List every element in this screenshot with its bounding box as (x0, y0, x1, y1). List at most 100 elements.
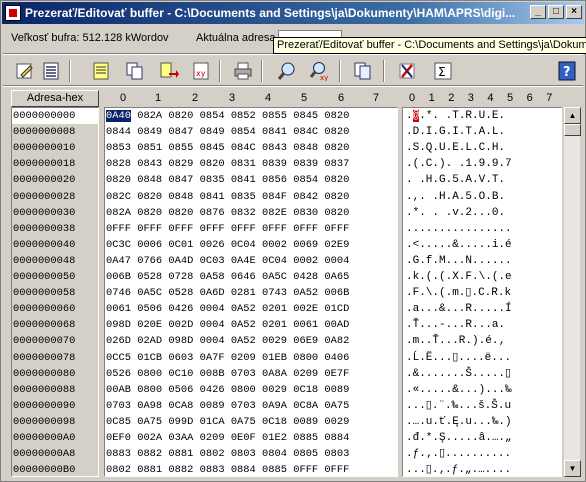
hex-row[interactable]: 0703 0A98 0CA8 0089 0703 0A9A 0C8A 0A75 (105, 398, 349, 415)
hex-word[interactable]: 0FFF (231, 223, 256, 235)
hex-word[interactable]: 0209 (231, 352, 256, 364)
hex-word[interactable]: 0FFF (262, 223, 287, 235)
hex-word[interactable]: 0852 (231, 110, 256, 122)
hex-row[interactable]: 0883 0882 0881 0802 0803 0804 0805 0803 (105, 446, 349, 463)
hex-row[interactable]: 006B 0528 0728 0A58 0646 0A5C 0428 0A65 (105, 269, 349, 286)
ascii-row[interactable]: ...▯.‚.ƒ.„.….... (403, 462, 511, 476)
hex-word[interactable]: 098D (106, 319, 131, 331)
hex-word[interactable]: 0426 (168, 303, 193, 315)
hex-word[interactable]: 0805 (293, 448, 318, 460)
ascii-row[interactable]: .a...&...R.....Í (403, 301, 512, 318)
hex-word[interactable]: 0A52 (231, 335, 256, 347)
hex-word[interactable]: 002D (168, 319, 193, 331)
hex-word[interactable]: 0C04 (262, 255, 287, 267)
maximize-button[interactable]: □ (548, 5, 564, 19)
hex-row[interactable]: 0C85 0A75 099D 01CA 0A75 0C18 0089 0029 (105, 414, 349, 431)
hex-word[interactable]: 06E9 (293, 335, 318, 347)
hex-word[interactable]: 0884 (231, 464, 256, 476)
ascii-row[interactable]: .ƒ.‚.▯.......... (403, 446, 511, 463)
hex-word[interactable]: 00AB (106, 384, 131, 396)
help-icon[interactable]: ? (555, 59, 579, 83)
hex-word[interactable]: 0820 (324, 191, 349, 203)
move-icon[interactable] (157, 59, 181, 83)
hex-word[interactable]: 0201 (262, 319, 287, 331)
ascii-row[interactable]: ...▯.¨.‰...š.Š.u (403, 398, 511, 415)
hex-row[interactable]: 0A47 0766 0A4D 0C03 0A4E 0C04 0002 0004 (105, 253, 349, 270)
ascii-row[interactable]: .Ť...-...R...a.­ (403, 317, 505, 334)
hex-row[interactable]: 0061 0506 0426 0004 0A52 0201 002E 01CD (105, 301, 349, 318)
vertical-scrollbar[interactable]: ▲ ▼ (563, 107, 581, 477)
hex-word[interactable]: 0841 (231, 174, 256, 186)
hex-word[interactable]: 0803 (324, 448, 349, 460)
hex-word[interactable]: 0881 (137, 464, 162, 476)
hex-word[interactable]: 0061 (293, 319, 318, 331)
hex-word[interactable]: 0703 (106, 400, 131, 412)
hex-word[interactable]: 02AD (137, 335, 162, 347)
hex-word[interactable]: 0209 (293, 368, 318, 380)
hex-word[interactable]: 0703 (231, 400, 256, 412)
hex-row[interactable]: 0844 0849 0847 0849 0854 0841 084C 0820 (105, 124, 349, 141)
hex-word[interactable]: 0A6D (200, 287, 225, 299)
hex-word[interactable]: 0800 (137, 384, 162, 396)
hex-word[interactable]: 006B (324, 287, 349, 299)
ascii-row[interactable]: .k.(.(.X.F.\.(.e (403, 269, 512, 286)
hex-word[interactable]: 0A52 (231, 319, 256, 331)
ascii-row[interactable]: .….u.ť.Ę.u...‰.) (403, 414, 512, 431)
edit-icon[interactable] (13, 59, 37, 83)
ascii-row[interactable]: .@.*. .T.R.U.E. (403, 108, 512, 125)
hex-word[interactable]: 01CB (137, 352, 162, 364)
hex-word[interactable]: 0802 (106, 464, 131, 476)
hex-word[interactable]: 0854 (200, 110, 225, 122)
hex-word[interactable]: 0061 (106, 303, 131, 315)
hex-word[interactable]: 0A7F (200, 352, 225, 364)
hex-word[interactable]: 0A75 (231, 416, 256, 428)
hex-row[interactable]: 082A 0820 0820 0876 0832 082E 0830 0820 (105, 205, 349, 222)
hex-word[interactable]: 0800 (137, 368, 162, 380)
hex-word[interactable]: 0746 (106, 287, 131, 299)
hex-word[interactable]: 0844 (106, 126, 131, 138)
hex-word[interactable]: 0841 (262, 126, 287, 138)
hex-word[interactable]: 0885 (262, 464, 287, 476)
hex-word[interactable]: 0743 (262, 287, 287, 299)
hex-word[interactable]: 0002 (293, 255, 318, 267)
ascii-row[interactable]: .đ.*.Ş.....â.….„ (403, 430, 512, 447)
hex-word[interactable]: 0820 (168, 110, 193, 122)
list-icon[interactable] (39, 59, 63, 83)
hex-word[interactable]: 0603 (168, 352, 193, 364)
ascii-row[interactable]: .Ĺ.Ë...▯....ë... (403, 350, 511, 367)
hex-word[interactable]: 0A4D (168, 255, 193, 267)
exchange-icon[interactable]: xy (189, 59, 213, 83)
hex-row[interactable]: 0820 0848 0847 0835 0841 0856 0854 0820 (105, 172, 349, 189)
hex-word[interactable]: 0089 (200, 400, 225, 412)
hex-word[interactable]: 0FFF (106, 223, 131, 235)
hex-word[interactable]: 0828 (106, 158, 131, 170)
hex-word[interactable]: 002E (293, 303, 318, 315)
hex-word[interactable]: 03AA (168, 432, 193, 444)
hex-word[interactable]: 0A65 (324, 271, 349, 283)
hex-row[interactable]: 0746 0A5C 0528 0A6D 0281 0743 0A52 006B (105, 285, 349, 302)
hex-word[interactable]: 0FFF (200, 223, 225, 235)
scroll-up-button[interactable]: ▲ (564, 107, 581, 124)
hex-word[interactable]: 0856 (262, 174, 287, 186)
hex-word[interactable]: 0845 (293, 110, 318, 122)
ascii-row[interactable]: .D.I.G.I.T.A.L. (403, 124, 512, 141)
hex-row[interactable]: 082C 0820 0848 0841 0835 084F 0842 0820 (105, 189, 349, 206)
hex-word[interactable]: 0A9A (262, 400, 287, 412)
hex-word[interactable]: 0A58 (200, 271, 225, 283)
hex-word[interactable]: 082A (137, 110, 162, 122)
ascii-row[interactable]: .S.Q.U.E.L.C.H. (403, 140, 512, 157)
hex-word[interactable]: 0426 (200, 384, 225, 396)
hex-word[interactable]: 002A (137, 432, 162, 444)
hex-word[interactable]: 0A40 (106, 110, 131, 122)
hex-word[interactable]: 0703 (231, 368, 256, 380)
hex-word[interactable]: 098D (168, 335, 193, 347)
hex-word[interactable]: 082A (106, 207, 131, 219)
close-button[interactable]: × (566, 5, 582, 19)
hex-word[interactable]: 0089 (324, 384, 349, 396)
hex-word[interactable]: 0820 (200, 158, 225, 170)
hex-word[interactable]: 0C8A (293, 400, 318, 412)
hex-word[interactable]: 0FFF (168, 223, 193, 235)
hex-word[interactable]: 0832 (231, 207, 256, 219)
hex-row[interactable]: 0CC5 01CB 0603 0A7F 0209 01EB 0800 0406 (105, 350, 349, 367)
minimize-button[interactable]: _ (530, 5, 546, 19)
